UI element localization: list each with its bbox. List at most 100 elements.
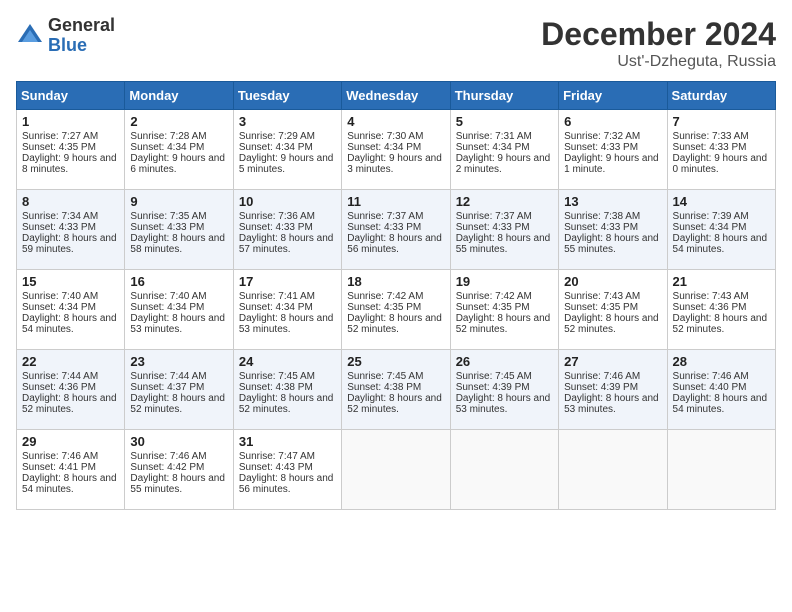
- logo-icon: [16, 22, 44, 50]
- day-number: 4: [347, 114, 444, 129]
- calendar-cell: 25 Sunrise: 7:45 AM Sunset: 4:38 PM Dayl…: [342, 350, 450, 430]
- daylight-label: Daylight: 9 hours and 5 minutes.: [239, 153, 334, 175]
- sunset-label: Sunset: 4:33 PM: [564, 142, 638, 153]
- calendar-cell: 17 Sunrise: 7:41 AM Sunset: 4:34 PM Dayl…: [233, 270, 341, 350]
- daylight-label: Daylight: 8 hours and 53 minutes.: [564, 393, 659, 415]
- daylight-label: Daylight: 8 hours and 53 minutes.: [456, 393, 551, 415]
- sunrise-label: Sunrise: 7:36 AM: [239, 211, 315, 222]
- sunset-label: Sunset: 4:43 PM: [239, 462, 313, 473]
- calendar-cell: 28 Sunrise: 7:46 AM Sunset: 4:40 PM Dayl…: [667, 350, 775, 430]
- day-number: 6: [564, 114, 661, 129]
- sunset-label: Sunset: 4:35 PM: [22, 142, 96, 153]
- calendar-cell: 5 Sunrise: 7:31 AM Sunset: 4:34 PM Dayli…: [450, 110, 558, 190]
- calendar-cell: 9 Sunrise: 7:35 AM Sunset: 4:33 PM Dayli…: [125, 190, 233, 270]
- sunrise-label: Sunrise: 7:43 AM: [564, 291, 640, 302]
- calendar-week-row: 8 Sunrise: 7:34 AM Sunset: 4:33 PM Dayli…: [17, 190, 776, 270]
- calendar-cell: [667, 430, 775, 510]
- calendar-cell: [342, 430, 450, 510]
- day-number: 23: [130, 354, 227, 369]
- sunrise-label: Sunrise: 7:29 AM: [239, 131, 315, 142]
- calendar-cell: 12 Sunrise: 7:37 AM Sunset: 4:33 PM Dayl…: [450, 190, 558, 270]
- day-number: 12: [456, 194, 553, 209]
- calendar-week-row: 1 Sunrise: 7:27 AM Sunset: 4:35 PM Dayli…: [17, 110, 776, 190]
- calendar-cell: 18 Sunrise: 7:42 AM Sunset: 4:35 PM Dayl…: [342, 270, 450, 350]
- sunrise-label: Sunrise: 7:47 AM: [239, 451, 315, 462]
- day-number: 17: [239, 274, 336, 289]
- day-number: 22: [22, 354, 119, 369]
- sunset-label: Sunset: 4:40 PM: [673, 382, 747, 393]
- day-number: 13: [564, 194, 661, 209]
- calendar-week-row: 22 Sunrise: 7:44 AM Sunset: 4:36 PM Dayl…: [17, 350, 776, 430]
- sunset-label: Sunset: 4:34 PM: [130, 302, 204, 313]
- day-number: 31: [239, 434, 336, 449]
- sunset-label: Sunset: 4:33 PM: [130, 222, 204, 233]
- sunrise-label: Sunrise: 7:35 AM: [130, 211, 206, 222]
- sunset-label: Sunset: 4:38 PM: [347, 382, 421, 393]
- day-number: 15: [22, 274, 119, 289]
- calendar-week-row: 29 Sunrise: 7:46 AM Sunset: 4:41 PM Dayl…: [17, 430, 776, 510]
- day-number: 5: [456, 114, 553, 129]
- sunset-label: Sunset: 4:33 PM: [564, 222, 638, 233]
- calendar-cell: [559, 430, 667, 510]
- calendar-cell: 6 Sunrise: 7:32 AM Sunset: 4:33 PM Dayli…: [559, 110, 667, 190]
- sunrise-label: Sunrise: 7:44 AM: [130, 371, 206, 382]
- day-number: 20: [564, 274, 661, 289]
- calendar-week-row: 15 Sunrise: 7:40 AM Sunset: 4:34 PM Dayl…: [17, 270, 776, 350]
- sunset-label: Sunset: 4:42 PM: [130, 462, 204, 473]
- day-number: 24: [239, 354, 336, 369]
- logo-text: General Blue: [48, 16, 115, 56]
- daylight-label: Daylight: 9 hours and 1 minute.: [564, 153, 659, 175]
- day-number: 11: [347, 194, 444, 209]
- calendar-cell: 29 Sunrise: 7:46 AM Sunset: 4:41 PM Dayl…: [17, 430, 125, 510]
- day-number: 21: [673, 274, 770, 289]
- sunrise-label: Sunrise: 7:30 AM: [347, 131, 423, 142]
- sunset-label: Sunset: 4:39 PM: [564, 382, 638, 393]
- sunset-label: Sunset: 4:33 PM: [456, 222, 530, 233]
- col-sunday: Sunday: [17, 82, 125, 110]
- calendar-cell: 2 Sunrise: 7:28 AM Sunset: 4:34 PM Dayli…: [125, 110, 233, 190]
- col-saturday: Saturday: [667, 82, 775, 110]
- sunset-label: Sunset: 4:34 PM: [130, 142, 204, 153]
- calendar-cell: 20 Sunrise: 7:43 AM Sunset: 4:35 PM Dayl…: [559, 270, 667, 350]
- sunrise-label: Sunrise: 7:45 AM: [347, 371, 423, 382]
- sunrise-label: Sunrise: 7:28 AM: [130, 131, 206, 142]
- col-thursday: Thursday: [450, 82, 558, 110]
- sunset-label: Sunset: 4:34 PM: [239, 142, 313, 153]
- sunrise-label: Sunrise: 7:31 AM: [456, 131, 532, 142]
- sunrise-label: Sunrise: 7:45 AM: [456, 371, 532, 382]
- col-friday: Friday: [559, 82, 667, 110]
- logo-general: General: [48, 16, 115, 36]
- page-header: General Blue December 2024 Ust'-Dzheguta…: [16, 16, 776, 71]
- sunrise-label: Sunrise: 7:44 AM: [22, 371, 98, 382]
- page-subtitle: Ust'-Dzheguta, Russia: [541, 53, 776, 71]
- calendar-cell: 22 Sunrise: 7:44 AM Sunset: 4:36 PM Dayl…: [17, 350, 125, 430]
- sunset-label: Sunset: 4:35 PM: [456, 302, 530, 313]
- calendar-cell: 21 Sunrise: 7:43 AM Sunset: 4:36 PM Dayl…: [667, 270, 775, 350]
- col-tuesday: Tuesday: [233, 82, 341, 110]
- sunrise-label: Sunrise: 7:37 AM: [456, 211, 532, 222]
- sunrise-label: Sunrise: 7:37 AM: [347, 211, 423, 222]
- day-number: 1: [22, 114, 119, 129]
- sunrise-label: Sunrise: 7:45 AM: [239, 371, 315, 382]
- day-number: 3: [239, 114, 336, 129]
- daylight-label: Daylight: 9 hours and 6 minutes.: [130, 153, 225, 175]
- day-number: 28: [673, 354, 770, 369]
- sunset-label: Sunset: 4:34 PM: [239, 302, 313, 313]
- daylight-label: Daylight: 9 hours and 0 minutes.: [673, 153, 768, 175]
- logo: General Blue: [16, 16, 115, 56]
- day-number: 30: [130, 434, 227, 449]
- calendar-cell: 19 Sunrise: 7:42 AM Sunset: 4:35 PM Dayl…: [450, 270, 558, 350]
- sunset-label: Sunset: 4:36 PM: [22, 382, 96, 393]
- daylight-label: Daylight: 8 hours and 52 minutes.: [130, 393, 225, 415]
- day-number: 14: [673, 194, 770, 209]
- sunrise-label: Sunrise: 7:38 AM: [564, 211, 640, 222]
- day-number: 27: [564, 354, 661, 369]
- daylight-label: Daylight: 8 hours and 53 minutes.: [130, 313, 225, 335]
- sunset-label: Sunset: 4:35 PM: [564, 302, 638, 313]
- sunrise-label: Sunrise: 7:46 AM: [564, 371, 640, 382]
- daylight-label: Daylight: 8 hours and 52 minutes.: [456, 313, 551, 335]
- daylight-label: Daylight: 8 hours and 52 minutes.: [673, 313, 768, 335]
- calendar-cell: 10 Sunrise: 7:36 AM Sunset: 4:33 PM Dayl…: [233, 190, 341, 270]
- calendar-cell: 7 Sunrise: 7:33 AM Sunset: 4:33 PM Dayli…: [667, 110, 775, 190]
- daylight-label: Daylight: 8 hours and 57 minutes.: [239, 233, 334, 255]
